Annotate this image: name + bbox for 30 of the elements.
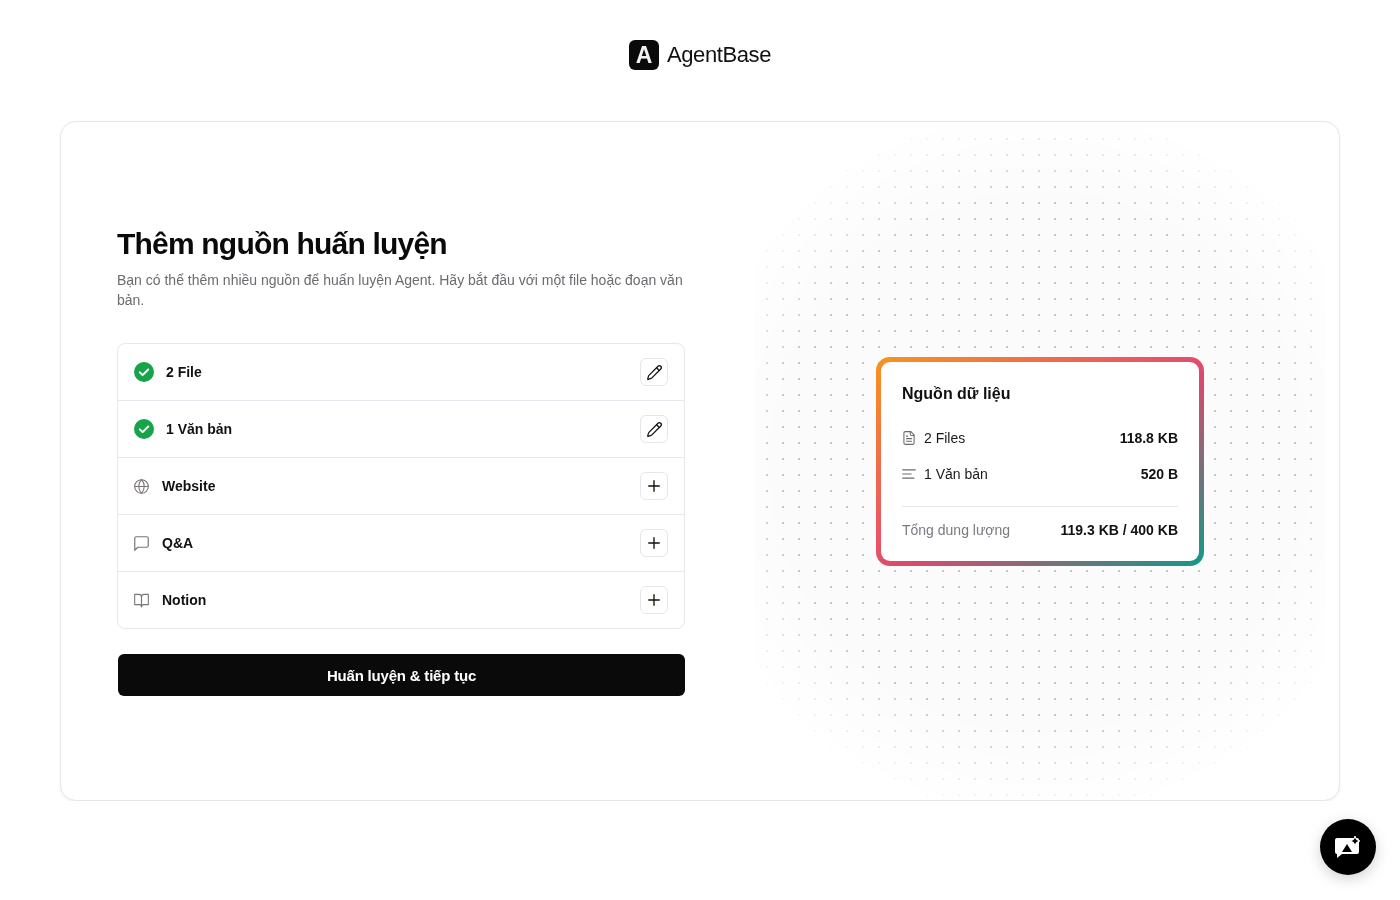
- source-size: 118.8 KB: [1119, 428, 1178, 448]
- document-icon: [902, 430, 916, 445]
- train-continue-button[interactable]: Huấn luyện & tiếp tục: [118, 654, 685, 696]
- summary-title: Nguồn dữ liệu: [902, 383, 1012, 404]
- edit-button[interactable]: [640, 415, 668, 443]
- add-button[interactable]: [640, 586, 668, 614]
- source-label: 1 Văn bản: [166, 421, 234, 437]
- pencil-icon: [646, 421, 662, 437]
- page-title: Thêm nguồn huấn luyện: [117, 226, 447, 262]
- edit-button[interactable]: [640, 358, 668, 386]
- source-label: Q&A: [162, 535, 195, 551]
- source-count: 2 Files: [924, 428, 967, 448]
- source-count: 1 Văn bản: [924, 464, 989, 484]
- brand-name: AgentBase: [666, 41, 771, 69]
- page-description: Bạn có thể thêm nhiều nguồn để huấn luyện Agent. Hãy bắt đầu với một file hoặc đoạn văn bản.: [117, 271, 684, 310]
- total-value: 119.3 KB / 400 KB: [1060, 520, 1178, 540]
- pencil-icon: [646, 364, 662, 380]
- chat-button[interactable]: [1320, 819, 1376, 875]
- logo-mark: A: [628, 40, 659, 70]
- source-size: 520 B: [1140, 464, 1178, 484]
- source-label: Website: [162, 478, 217, 494]
- add-button[interactable]: [640, 472, 668, 500]
- chat-bubble-sparkle-icon: [1334, 835, 1362, 859]
- total-label: Tổng dung lượng: [902, 520, 1012, 540]
- add-button[interactable]: [640, 529, 668, 557]
- source-label: Notion: [162, 592, 208, 608]
- plus-icon: [648, 537, 660, 549]
- text-lines-icon: [902, 466, 916, 481]
- plus-icon: [648, 594, 660, 606]
- plus-icon: [648, 480, 660, 492]
